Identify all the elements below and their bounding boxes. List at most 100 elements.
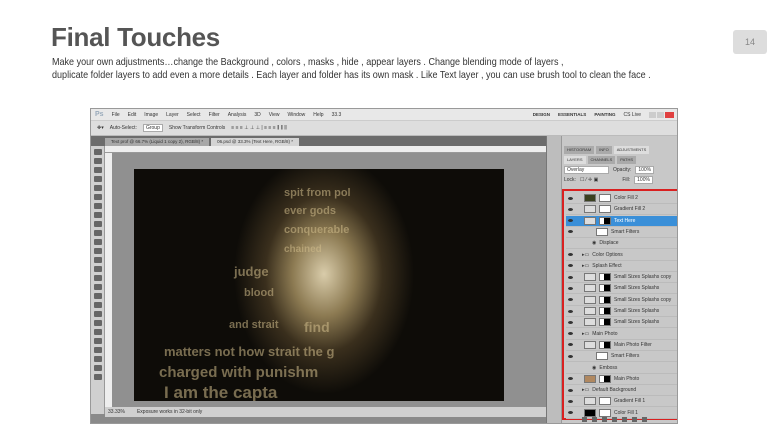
tool-icon[interactable] (94, 185, 102, 191)
align-icons[interactable]: ≡ ≡ ≡ ⊥ ⊥ ⊥ | ≡ ≡ ≡ ⫼ ⫼ ⫼ (231, 125, 286, 131)
visibility-eye-icon[interactable] (568, 253, 573, 256)
layer-row[interactable]: Small Sizes Splashs (566, 283, 677, 295)
tab-info[interactable]: INFO (596, 146, 612, 154)
menu-layer[interactable]: Layer (166, 112, 179, 118)
layer-row[interactable]: Gradient Fill 2 (566, 204, 677, 216)
layer-row[interactable]: Small Sizes Splashs (566, 317, 677, 329)
fill-input[interactable]: 100% (634, 176, 653, 184)
menu-filter[interactable]: Filter (209, 112, 220, 118)
layer-row[interactable]: ◉ Emboss (566, 363, 677, 374)
layer-row[interactable]: Color Fill 2 (566, 193, 677, 204)
tool-icon[interactable] (94, 356, 102, 362)
tab-paths[interactable]: PATHS (617, 156, 637, 164)
zoom-select[interactable]: 33.3 (332, 112, 342, 118)
tool-icon[interactable] (94, 167, 102, 173)
visibility-eye-icon[interactable] (568, 377, 573, 381)
tool-icon[interactable] (94, 248, 102, 254)
layer-row[interactable]: ◉ Displace (566, 238, 677, 250)
auto-select-checkbox[interactable]: Auto-Select: (110, 125, 137, 131)
layer-row[interactable]: Small Sizes Splashs (566, 306, 677, 317)
tool-icon[interactable] (94, 374, 102, 380)
layer-group[interactable]: ▸▭ Splash Effect (566, 261, 677, 272)
doc-tab[interactable]: Text prof @ 66.7% (Liquid 1 copy 2), RGB… (105, 138, 210, 146)
workspace-painting[interactable]: PAINTING (594, 112, 615, 117)
tool-icon[interactable] (94, 293, 102, 299)
layer-row[interactable]: Text Here (566, 215, 677, 227)
workspace-essentials[interactable]: ESSENTIALS (558, 112, 586, 117)
visibility-eye-icon[interactable] (568, 309, 573, 313)
menu-view[interactable]: View (269, 112, 280, 118)
menu-select[interactable]: Select (187, 112, 201, 118)
tool-icon[interactable] (94, 257, 102, 263)
panel-icon-strip[interactable] (547, 136, 562, 423)
menu-file[interactable]: File (112, 112, 120, 118)
visibility-eye-icon[interactable] (568, 320, 573, 324)
visibility-eye-icon[interactable] (568, 354, 573, 358)
visibility-eye-icon[interactable] (568, 207, 573, 211)
tool-icon[interactable] (94, 311, 102, 317)
visibility-eye-icon[interactable] (568, 219, 573, 223)
tool-icon[interactable] (94, 194, 102, 200)
visibility-eye-icon[interactable] (568, 196, 573, 200)
layer-row[interactable]: Main Photo Filter (566, 340, 677, 351)
tool-icon[interactable] (94, 158, 102, 164)
tool-icon[interactable] (94, 347, 102, 353)
visibility-eye-icon[interactable] (568, 399, 573, 403)
filter-eye-icon[interactable]: ◉ (592, 240, 596, 246)
cs-live-button[interactable]: CS Live (623, 112, 641, 118)
tool-icon[interactable] (94, 239, 102, 245)
layer-group[interactable]: ▸▭ Main Photo (566, 329, 677, 340)
visibility-eye-icon[interactable] (568, 264, 573, 268)
tool-icon[interactable] (94, 302, 102, 308)
layer-group[interactable]: ▸▭ Color Options (566, 250, 677, 261)
visibility-eye-icon[interactable] (568, 343, 573, 347)
menu-image[interactable]: Image (144, 112, 158, 118)
visibility-eye-icon[interactable] (568, 275, 573, 279)
tab-channels[interactable]: CHANNELS (587, 156, 616, 164)
tool-icon[interactable] (94, 365, 102, 371)
doc-tab-active[interactable]: 06.psd @ 33.3% (Text Here, RGB/8) * (211, 138, 299, 146)
tool-icon[interactable] (94, 275, 102, 281)
filter-eye-icon[interactable]: ◉ (592, 365, 596, 371)
workspace-design[interactable]: DESIGN (533, 112, 550, 117)
layer-row[interactable]: Small Sizes Splashs copy (566, 272, 677, 284)
transform-controls-checkbox[interactable]: Show Transform Controls (169, 125, 225, 131)
visibility-eye-icon[interactable] (568, 332, 573, 336)
layer-group[interactable]: ▸▭ Default Background (566, 385, 677, 397)
visibility-eye-icon[interactable] (568, 230, 573, 234)
tab-layers[interactable]: LAYERS (564, 156, 586, 164)
menu-3d[interactable]: 3D (254, 112, 260, 118)
layer-row[interactable]: Smart Filters (566, 227, 677, 238)
tool-icon[interactable] (94, 320, 102, 326)
panel-footer-icons[interactable] (582, 417, 647, 422)
blend-mode-select[interactable]: Overlay (564, 166, 609, 174)
tool-icon[interactable] (94, 266, 102, 272)
menu-edit[interactable]: Edit (128, 112, 137, 118)
tab-histogram[interactable]: HISTOGRAM (564, 146, 595, 154)
tool-icon[interactable] (94, 149, 102, 155)
menu-analysis[interactable]: Analysis (228, 112, 247, 118)
opacity-input[interactable]: 100% (635, 166, 655, 174)
tool-icon[interactable] (94, 284, 102, 290)
visibility-eye-icon[interactable] (568, 388, 573, 392)
tab-adjustments[interactable]: ADJUSTMENTS (613, 146, 650, 154)
tools-panel[interactable] (91, 146, 105, 414)
tool-icon[interactable] (94, 230, 102, 236)
tool-icon[interactable] (94, 176, 102, 182)
lock-icons[interactable]: ☐ ⁄ ✛ ▣ (580, 177, 598, 183)
menu-help[interactable]: Help (313, 112, 323, 118)
layer-row[interactable]: Small Sizes Splashs copy (566, 295, 677, 306)
visibility-eye-icon[interactable] (568, 411, 573, 415)
menu-window[interactable]: Window (287, 112, 305, 118)
status-zoom[interactable]: 33.33% (108, 409, 125, 415)
group-select[interactable]: Group (142, 124, 163, 132)
window-controls[interactable] (649, 111, 677, 118)
tool-icon[interactable] (94, 329, 102, 335)
move-tool-icon[interactable]: ✥▾ (97, 125, 104, 131)
visibility-eye-icon[interactable] (568, 298, 573, 302)
layer-row[interactable]: Gradient Fill 1 (566, 396, 677, 408)
tool-icon[interactable] (94, 212, 102, 218)
tool-icon[interactable] (94, 338, 102, 344)
layer-row[interactable]: Smart Filters (566, 351, 677, 363)
canvas-area[interactable]: spit from pol ever gods conquerable chained… (112, 153, 546, 407)
